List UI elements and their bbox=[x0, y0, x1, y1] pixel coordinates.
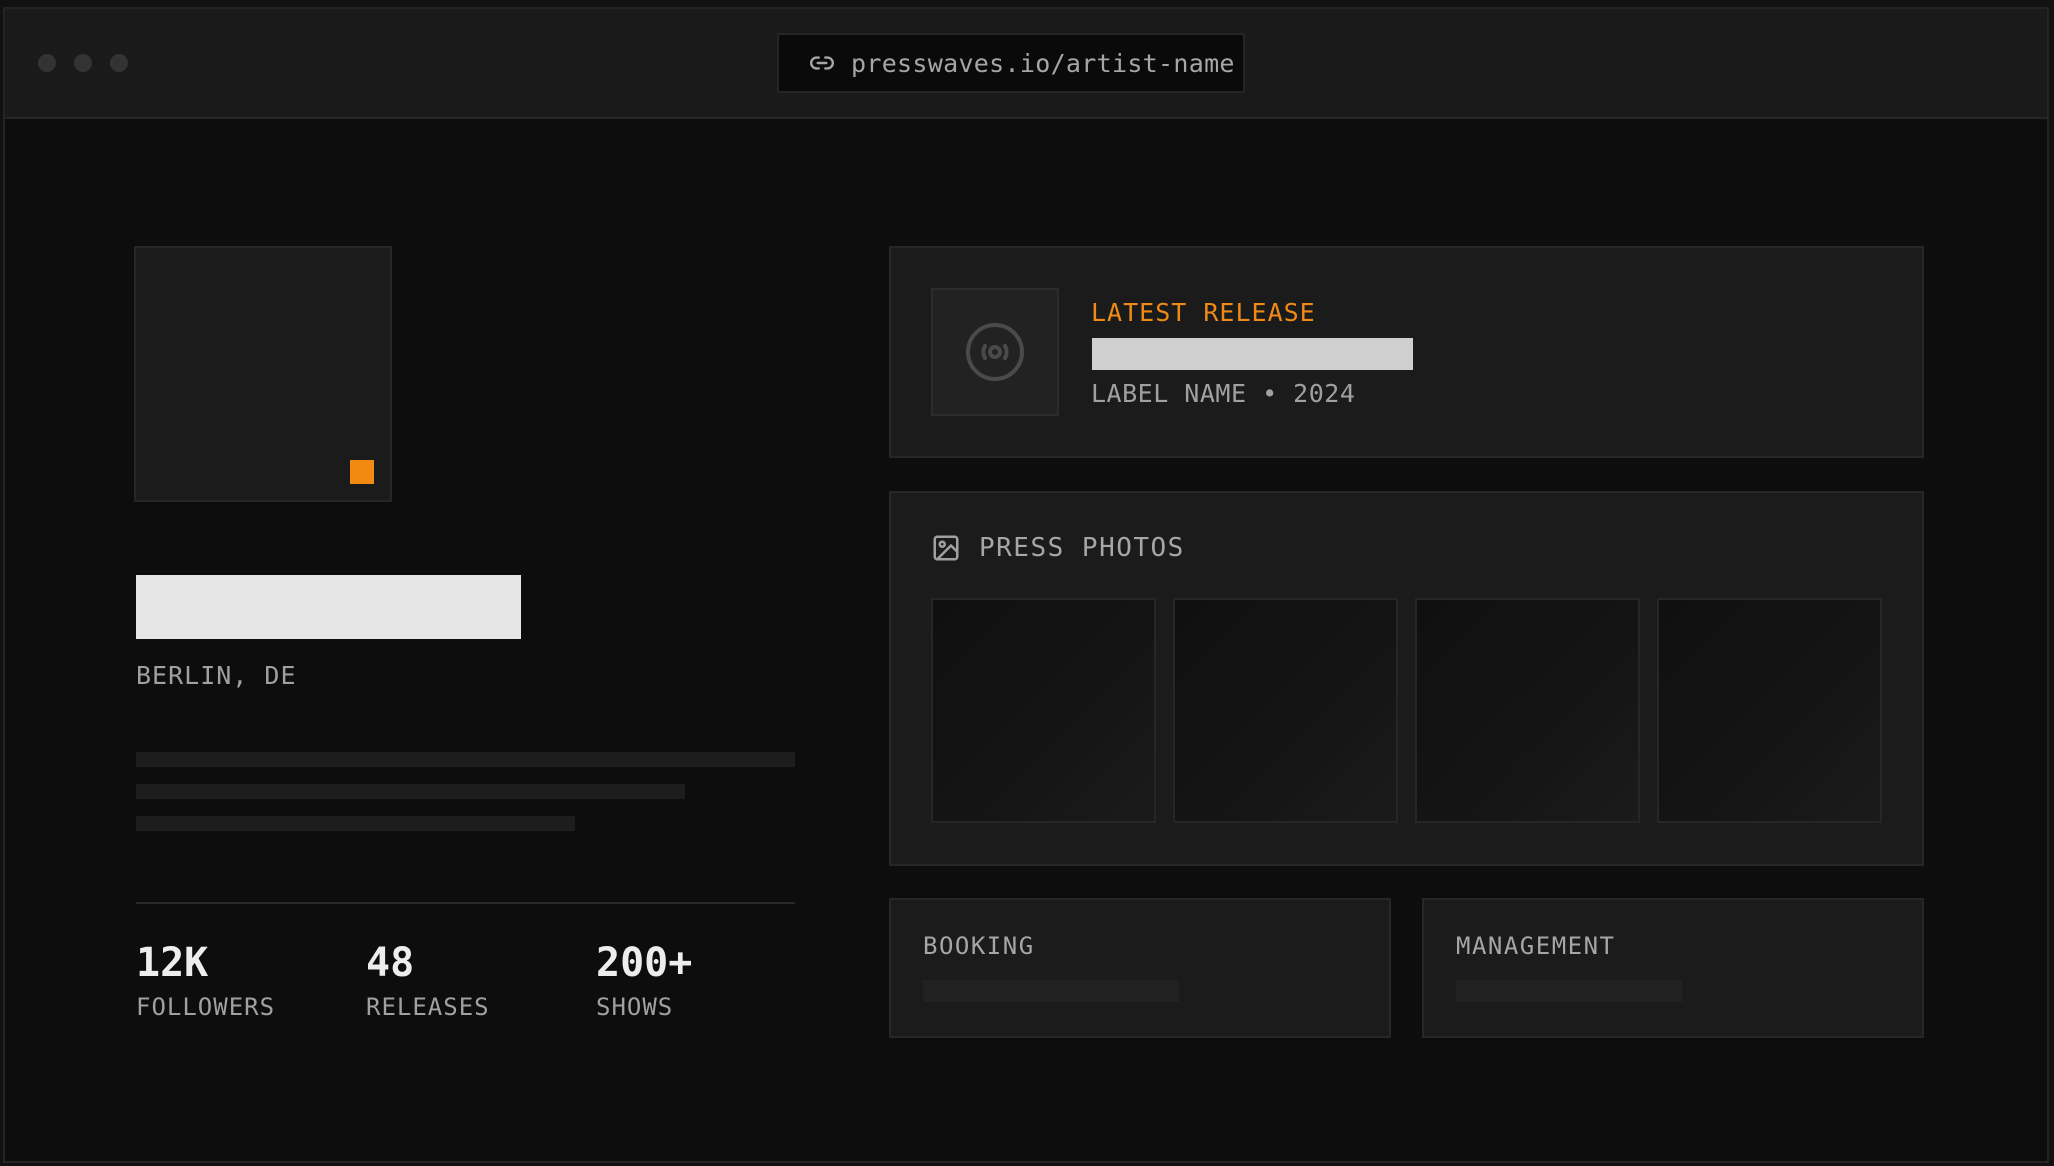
booking-label: BOOKING bbox=[923, 932, 1035, 960]
stat-shows: 200+ SHOWS bbox=[596, 937, 692, 1021]
bio-line-placeholder bbox=[136, 784, 685, 799]
stat-value: 200+ bbox=[596, 940, 693, 986]
latest-release-heading: LATEST RELEASE bbox=[1091, 298, 1316, 327]
stats-divider bbox=[136, 902, 795, 904]
stat-followers: 12K FOLLOWERS bbox=[136, 937, 275, 1021]
stat-value: 48 bbox=[366, 940, 415, 986]
release-title-placeholder bbox=[1092, 338, 1413, 370]
press-photos-header: PRESS PHOTOS bbox=[931, 533, 1185, 563]
stat-value: 12K bbox=[136, 940, 209, 986]
latest-release-card[interactable]: LATEST RELEASE LABEL NAME • 2024 bbox=[889, 246, 1924, 458]
window-close-dot[interactable] bbox=[38, 54, 56, 72]
window-maximize-dot[interactable] bbox=[110, 54, 128, 72]
status-badge bbox=[350, 460, 374, 484]
press-photo-thumbnail[interactable] bbox=[1415, 598, 1640, 823]
press-photos-card: PRESS PHOTOS bbox=[889, 491, 1924, 866]
bio-line-placeholder bbox=[136, 752, 795, 767]
window-minimize-dot[interactable] bbox=[74, 54, 92, 72]
booking-contact-placeholder bbox=[923, 980, 1179, 1002]
press-photo-thumbnail[interactable] bbox=[931, 598, 1156, 823]
press-photos-title: PRESS PHOTOS bbox=[979, 533, 1185, 563]
artist-name-placeholder bbox=[136, 575, 521, 639]
browser-window: presswaves.io/artist-name BERLIN, DE 12K… bbox=[3, 7, 2049, 1163]
browser-titlebar: presswaves.io/artist-name bbox=[5, 9, 2047, 119]
stat-releases: 48 RELEASES bbox=[366, 937, 490, 1021]
press-photo-thumbnail[interactable] bbox=[1173, 598, 1398, 823]
release-artwork bbox=[931, 288, 1059, 416]
address-bar[interactable]: presswaves.io/artist-name bbox=[777, 33, 1245, 93]
url-text: presswaves.io/artist-name bbox=[851, 48, 1235, 78]
management-card[interactable]: MANAGEMENT bbox=[1422, 898, 1924, 1038]
stat-label: RELEASES bbox=[366, 993, 490, 1021]
stat-label: FOLLOWERS bbox=[136, 993, 276, 1021]
link-icon bbox=[810, 56, 834, 70]
vinyl-disc-icon bbox=[966, 323, 1024, 381]
press-photo-thumbnail[interactable] bbox=[1657, 598, 1882, 823]
artist-avatar bbox=[134, 246, 392, 502]
stat-label: SHOWS bbox=[596, 993, 674, 1021]
management-contact-placeholder bbox=[1456, 980, 1682, 1002]
booking-card[interactable]: BOOKING bbox=[889, 898, 1391, 1038]
bio-line-placeholder bbox=[136, 816, 575, 831]
image-icon bbox=[933, 535, 959, 561]
release-meta: LABEL NAME • 2024 bbox=[1091, 379, 1356, 408]
management-label: MANAGEMENT bbox=[1456, 932, 1616, 960]
artist-location: BERLIN, DE bbox=[136, 661, 297, 690]
